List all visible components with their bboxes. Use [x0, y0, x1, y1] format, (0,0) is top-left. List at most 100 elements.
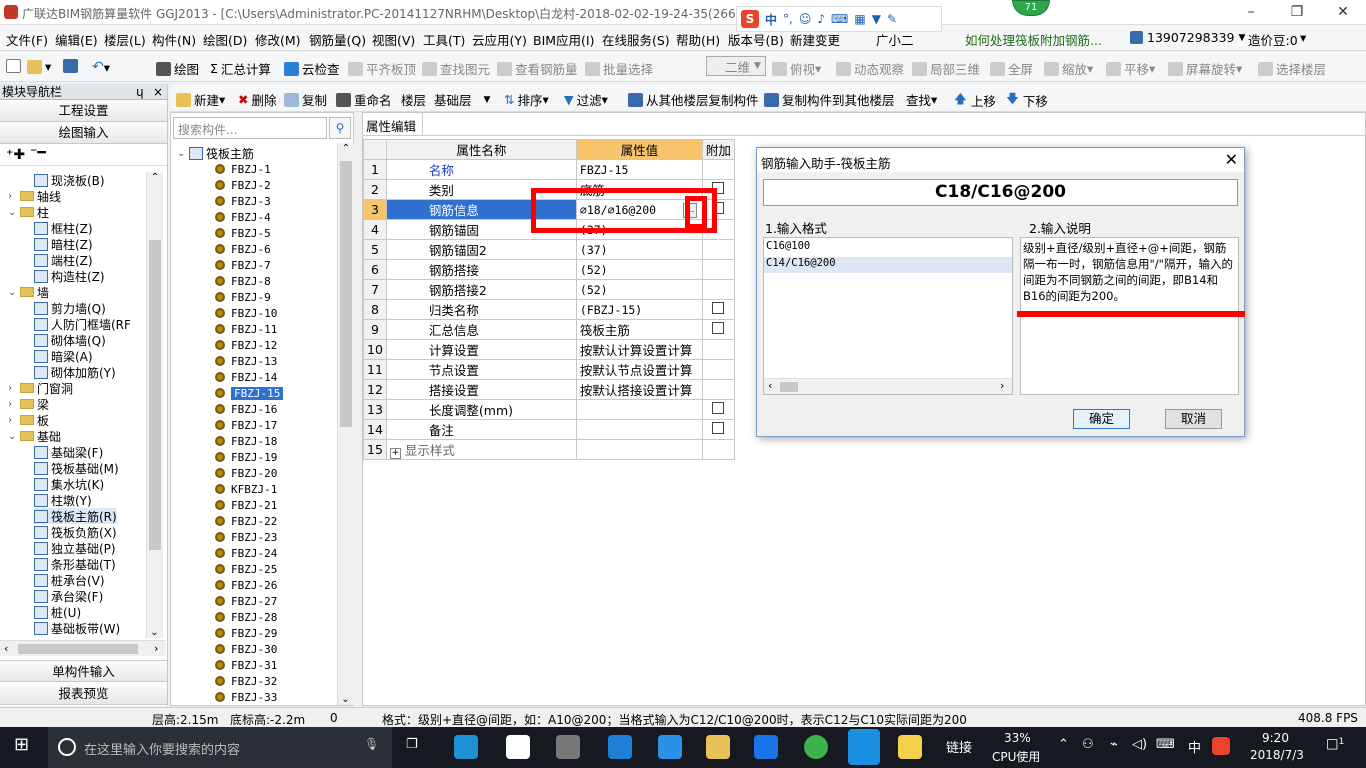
screen-rotate-button[interactable]: 屏幕旋转 ▾ [1168, 59, 1242, 78]
top-view-button[interactable]: 俯视 ▾ [772, 59, 821, 78]
nav-tree-item[interactable]: 人防门框墙(RF [34, 316, 131, 332]
property-row[interactable]: 7 钢筋搭接2 (52) [363, 279, 735, 300]
component-list-item[interactable]: FBZJ-7 [215, 257, 271, 273]
property-row[interactable]: 1 名称 FBZJ-15 [363, 159, 735, 180]
component-list-item[interactable]: FBZJ-19 [215, 449, 277, 465]
windows-start-icon[interactable]: ⊞ [14, 734, 29, 755]
minimize-button[interactable]: – [1228, 0, 1274, 25]
nav-tree-item[interactable]: 框柱(Z) [34, 220, 93, 236]
component-list-item[interactable]: FBZJ-13 [215, 353, 277, 369]
component-list-item[interactable]: FBZJ-4 [215, 209, 271, 225]
scroll-up-icon[interactable]: ⌃ [147, 172, 163, 183]
clock-time[interactable]: 9:20 [1262, 731, 1289, 745]
scroll-down-icon[interactable]: ⌄ [338, 694, 353, 705]
property-row[interactable]: 15 + 显示样式 [363, 439, 735, 460]
delete-button[interactable]: ✖ 删除 [238, 90, 277, 109]
person-icon[interactable]: ⚇ [1082, 737, 1094, 752]
expand-icon[interactable]: › [8, 191, 18, 202]
format-list-hscrollbar[interactable]: ‹ › [764, 378, 1012, 394]
microphone-icon[interactable]: 🎙 [364, 737, 379, 751]
nav-tree-scrollbar[interactable]: ⌃ ⌄ [146, 172, 163, 638]
scroll-right-icon[interactable]: › [1000, 379, 1004, 392]
nav-tree-item[interactable]: 柱墩(Y) [34, 492, 92, 508]
property-value[interactable]: (37) [575, 239, 703, 260]
property-row[interactable]: 10 计算设置 按默认计算设置计算 [363, 339, 735, 360]
close-button[interactable]: ✕ [1320, 0, 1366, 25]
component-list-item[interactable]: FBZJ-25 [215, 561, 277, 577]
component-list-item[interactable]: FBZJ-14 [215, 369, 277, 385]
ok-button[interactable]: 确定 [1073, 409, 1130, 429]
property-value[interactable]: 按默认搭接设置计算 [575, 379, 703, 400]
component-list-item[interactable]: FBZJ-9 [215, 289, 271, 305]
wrench-icon[interactable]: ✎ [887, 12, 897, 26]
view-rebar-qty-button[interactable]: 查看钢筋量 [497, 59, 578, 78]
new-file-icon[interactable] [6, 59, 24, 73]
property-row[interactable]: 8 归类名称 (FBZJ-15) [363, 299, 735, 320]
project-settings-button[interactable]: 工程设置 [0, 100, 167, 122]
ime-toolbar[interactable]: S 中 °, ☺ ♪ ⌨ ▦ ▼ ✎ [736, 6, 942, 32]
property-value[interactable]: 按默认节点设置计算 [575, 359, 703, 380]
component-list-item[interactable]: FBZJ-22 [215, 513, 277, 529]
volume-icon[interactable]: ◁) [1132, 737, 1147, 752]
property-row[interactable]: 12 搭接设置 按默认搭接设置计算 [363, 379, 735, 400]
nav-tree-item[interactable]: › 门窗洞 [8, 380, 73, 396]
app-swirl-icon[interactable] [556, 735, 580, 759]
nav-tree-item[interactable]: 暗梁(A) [34, 348, 93, 364]
scroll-up-icon[interactable]: ⌃ [338, 143, 354, 154]
batch-select-button[interactable]: 批量选择 [585, 59, 653, 78]
component-list-item[interactable]: FBZJ-8 [215, 273, 271, 289]
menu-help[interactable]: 帮助(H) [676, 30, 720, 49]
chevron-up-icon[interactable]: ⌃ [1058, 737, 1069, 752]
keyboard-icon[interactable]: ⌨ [831, 12, 848, 26]
component-list-item[interactable]: KFBZJ-1 [215, 481, 277, 497]
scroll-thumb[interactable] [340, 161, 352, 427]
menu-bim[interactable]: BIM应用(I) [533, 30, 595, 49]
mic-icon[interactable]: ♪ [817, 12, 825, 26]
component-list-item[interactable]: FBZJ-28 [215, 609, 277, 625]
single-component-input-button[interactable]: 单构件输入 [0, 660, 167, 682]
input-language[interactable]: 中 [1188, 737, 1201, 756]
property-value[interactable]: (52) [575, 279, 703, 300]
scroll-right-icon[interactable]: › [154, 642, 158, 655]
nav-tree-item[interactable]: 基础板带(W) [34, 620, 120, 636]
restore-button[interactable]: ❐ [1274, 0, 1320, 25]
expand-icon[interactable]: › [8, 399, 18, 410]
search-input[interactable]: 搜索构件... [173, 117, 327, 139]
menu-new-change[interactable]: 新建变更 [790, 30, 840, 49]
emoji-icon[interactable]: ☺ [799, 12, 812, 26]
expand-icon[interactable]: › [8, 383, 18, 394]
nav-tree-item[interactable]: 基础梁(F) [34, 444, 103, 460]
component-list-item[interactable]: FBZJ-26 [215, 577, 277, 593]
select-floor-button[interactable]: 选择楼层 [1258, 59, 1326, 78]
cost-beans[interactable]: 造价豆:0 [1248, 30, 1298, 49]
property-value[interactable] [575, 399, 703, 420]
nav-tree-item[interactable]: 暗柱(Z) [34, 236, 93, 252]
nav-tree-item[interactable]: ⌄ 墙 [8, 284, 49, 300]
file-explorer-icon[interactable] [706, 735, 730, 759]
nav-tree-item[interactable]: 现浇板(B) [34, 172, 105, 188]
move-up-button[interactable]: 🡅 上移 [954, 90, 996, 111]
pan-button[interactable]: 平移 ▾ [1106, 59, 1155, 78]
summary-calc-button[interactable]: Σ 汇总计算 [210, 59, 271, 78]
draw-button[interactable]: 绘图 [156, 59, 199, 78]
component-list-item[interactable]: FBZJ-2 [215, 177, 271, 193]
nav-hscrollbar[interactable]: ‹ › [0, 640, 166, 656]
save-icon[interactable] [63, 59, 81, 73]
property-value[interactable]: (52) [575, 259, 703, 280]
hscroll-thumb[interactable] [780, 382, 798, 392]
grid-icon[interactable]: ▦ [854, 12, 865, 26]
menu-online[interactable]: 在线服务(S) [602, 30, 670, 49]
component-list-item[interactable]: FBZJ-23 [215, 529, 277, 545]
component-list-item[interactable]: FBZJ-27 [215, 593, 277, 609]
close-icon[interactable]: × [153, 84, 163, 100]
component-list-item[interactable]: FBZJ-29 [215, 625, 277, 641]
nav-tree-item[interactable]: ⌄ 基础 [8, 428, 61, 444]
notification-badge[interactable]: 71 [1012, 0, 1050, 16]
format-item-selected[interactable]: C14/C16@200 [764, 257, 1012, 273]
attach-checkbox[interactable] [712, 322, 725, 334]
draw-input-button[interactable]: 绘图输入 [0, 122, 167, 144]
property-row[interactable]: 13 长度调整(mm) [363, 399, 735, 420]
link-label[interactable]: 链接 [946, 737, 972, 756]
rename-button[interactable]: 重命名 [336, 90, 392, 109]
component-list-item[interactable]: FBZJ-15 [215, 385, 284, 401]
